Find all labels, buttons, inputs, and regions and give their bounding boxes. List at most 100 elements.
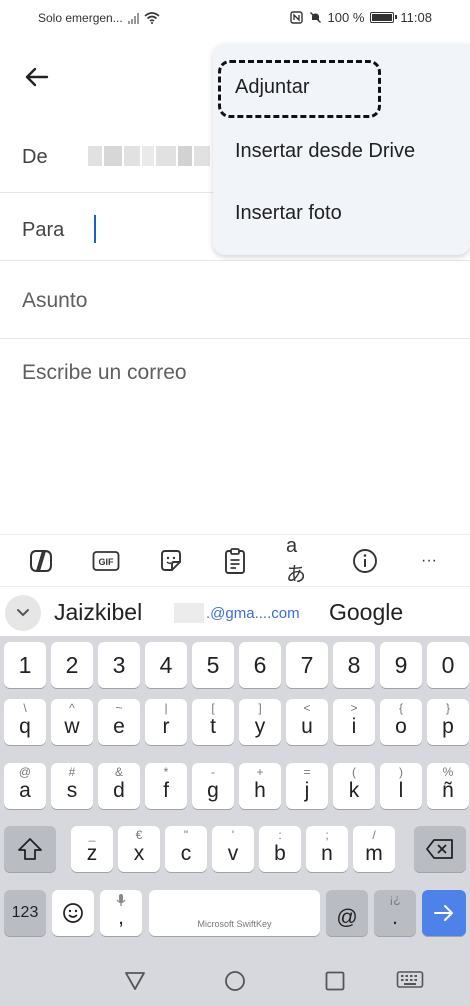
key-label: 2 (65, 652, 79, 678)
key-h[interactable]: + h (239, 763, 281, 809)
suggestion-word-2[interactable]: Google (329, 599, 403, 626)
key-5[interactable]: 5 (192, 642, 234, 688)
shift-icon (18, 838, 42, 860)
key-secondary-label: + (256, 765, 264, 779)
keyboard-toolbar: GIF aあ ··· (0, 534, 470, 586)
key-secondary-label: | (164, 701, 168, 715)
key-i[interactable]: > i (333, 699, 375, 745)
key-8[interactable]: 8 (333, 642, 375, 688)
key-u[interactable]: < u (286, 699, 328, 745)
chevron-down-icon[interactable] (5, 595, 41, 631)
key-secondary-label: { (398, 701, 403, 715)
emoji-key[interactable] (52, 890, 94, 936)
key-label: f (163, 779, 169, 802)
key-label: y (254, 715, 266, 738)
key-z[interactable]: _ z (71, 826, 113, 872)
home-circle-icon[interactable] (221, 968, 249, 994)
key-label: b (274, 842, 286, 865)
recents-square-icon[interactable] (321, 968, 349, 994)
key-w[interactable]: ^ w (51, 699, 93, 745)
key-7[interactable]: 7 (286, 642, 328, 688)
key-r[interactable]: | r (145, 699, 187, 745)
key-s[interactable]: # s (51, 763, 93, 809)
key-n[interactable]: ; n (306, 826, 348, 872)
key-p[interactable]: } p (427, 699, 469, 745)
carrier-text: Solo emergen... (38, 11, 123, 25)
text-cursor (94, 215, 96, 243)
arrow-right-icon (434, 905, 453, 921)
key-c[interactable]: " c (165, 826, 207, 872)
subject-field[interactable]: Asunto (0, 261, 470, 339)
key-1[interactable]: 1 (4, 642, 46, 688)
menu-item-insert-photo[interactable]: Insertar foto (235, 202, 342, 225)
key-label: v (227, 842, 239, 865)
key-4[interactable]: 4 (145, 642, 187, 688)
key-k[interactable]: (k (333, 763, 375, 809)
key-secondary-label: ¡¿ (389, 892, 401, 906)
keyboard-hide-icon[interactable] (396, 968, 424, 994)
key-0[interactable]: 0 (427, 642, 469, 688)
key-a[interactable]: @ a (4, 763, 46, 809)
menu-item-attach[interactable]: Adjuntar (235, 76, 310, 99)
gif-icon[interactable]: GIF (92, 547, 120, 575)
key-secondary-label: \ (23, 701, 27, 715)
key-t[interactable]: [t (192, 699, 234, 745)
space-bar[interactable]: Microsoft SwiftKey (149, 890, 320, 936)
to-label: Para (22, 219, 65, 241)
at-key[interactable]: @ (326, 890, 368, 936)
keyboard: 1 2 3 4 5 6 7 8 9 0 \ q ^ w ~ e | r[t] y < u > i{o} p @ a # s & d * f - g… (0, 636, 470, 956)
symbols-key[interactable]: 123 (4, 890, 46, 936)
key-m[interactable]: / m (353, 826, 395, 872)
sticker-icon[interactable] (157, 547, 185, 575)
key-label: 7 (300, 652, 314, 678)
key-label: w (64, 715, 80, 738)
suggestion-word-1[interactable]: Jaizkibel (54, 599, 142, 626)
key-label: 3 (112, 652, 126, 678)
key-label: 123 (11, 904, 39, 921)
suggestion-email[interactable]: .@gma....com (174, 603, 300, 623)
key-y[interactable]: ] y (239, 699, 281, 745)
signal-icon (127, 12, 139, 24)
key-o[interactable]: {o (380, 699, 422, 745)
comma-key[interactable]: , (100, 890, 142, 936)
key-q[interactable]: \ q (4, 699, 46, 745)
key-b[interactable]: :b (259, 826, 301, 872)
key-secondary-label: ( (352, 765, 356, 779)
from-label: De (22, 146, 48, 168)
back-arrow-icon[interactable] (22, 62, 52, 92)
key-l[interactable]: ) l (380, 763, 422, 809)
key-3[interactable]: 3 (98, 642, 140, 688)
key-label: p (442, 715, 454, 738)
key-secondary-label: ' (231, 828, 235, 842)
enter-key[interactable] (422, 890, 466, 936)
key-9[interactable]: 9 (380, 642, 422, 688)
key-g[interactable]: -g (192, 763, 234, 809)
sender-address-redacted (88, 146, 212, 166)
key-2[interactable]: 2 (51, 642, 93, 688)
key-x[interactable]: € x (118, 826, 160, 872)
space-bar-brand-label: Microsoft SwiftKey (197, 919, 272, 929)
clipboard-icon[interactable] (221, 547, 249, 575)
key-ñ[interactable]: % ñ (427, 763, 469, 809)
menu-item-insert-from-drive[interactable]: Insertar desde Drive (235, 140, 415, 163)
back-triangle-icon[interactable] (121, 968, 149, 994)
key-e[interactable]: ~ e (98, 699, 140, 745)
more-options-icon[interactable]: ··· (415, 547, 443, 575)
key-f[interactable]: * f (145, 763, 187, 809)
shift-key[interactable] (4, 826, 56, 872)
copilot-icon[interactable] (27, 547, 55, 575)
nfc-icon (289, 11, 303, 24)
backspace-key[interactable] (414, 826, 466, 872)
key-label: c (180, 842, 192, 865)
period-key[interactable]: ¡¿. (374, 890, 416, 936)
translate-icon[interactable]: aあ (286, 535, 316, 586)
key-label: 0 (441, 652, 455, 678)
key-j[interactable]: = j (286, 763, 328, 809)
key-d[interactable]: & d (98, 763, 140, 809)
email-redacted (174, 603, 204, 623)
info-icon[interactable] (351, 547, 379, 575)
key-6[interactable]: 6 (239, 642, 281, 688)
key-v[interactable]: ' v (212, 826, 254, 872)
key-secondary-label: [ (211, 701, 215, 715)
body-field[interactable]: Escribe un correo (22, 361, 187, 385)
